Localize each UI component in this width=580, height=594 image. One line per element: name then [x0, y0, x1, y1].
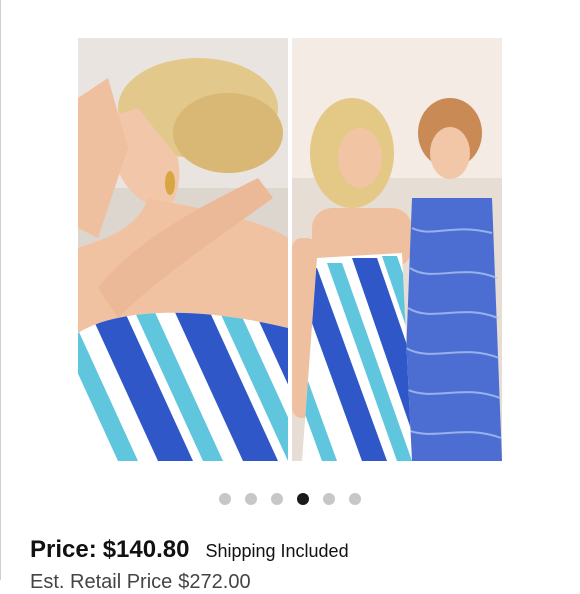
photo-two-models [292, 38, 502, 461]
carousel-dot[interactable] [245, 493, 257, 505]
image-carousel[interactable] [0, 0, 580, 505]
photo-model-closeup [78, 38, 288, 461]
carousel-dot-active[interactable] [297, 493, 309, 505]
carousel-indicator [0, 493, 580, 505]
listing-photo[interactable] [78, 36, 502, 463]
carousel-dot[interactable] [349, 493, 361, 505]
carousel-dot[interactable] [323, 493, 335, 505]
price-label: Price: [30, 536, 97, 563]
price-row: Price: $140.80 Shipping Included [30, 536, 349, 564]
carousel-dot[interactable] [271, 493, 283, 505]
retail-price-label: Est. Retail Price [30, 571, 173, 593]
carousel-dot[interactable] [219, 493, 231, 505]
price-value: $140.80 [102, 536, 190, 563]
retail-price-row: Est. Retail Price $272.00 [30, 571, 251, 594]
shipping-info: Shipping Included [205, 541, 349, 561]
retail-price-value: $272.00 [178, 571, 251, 593]
